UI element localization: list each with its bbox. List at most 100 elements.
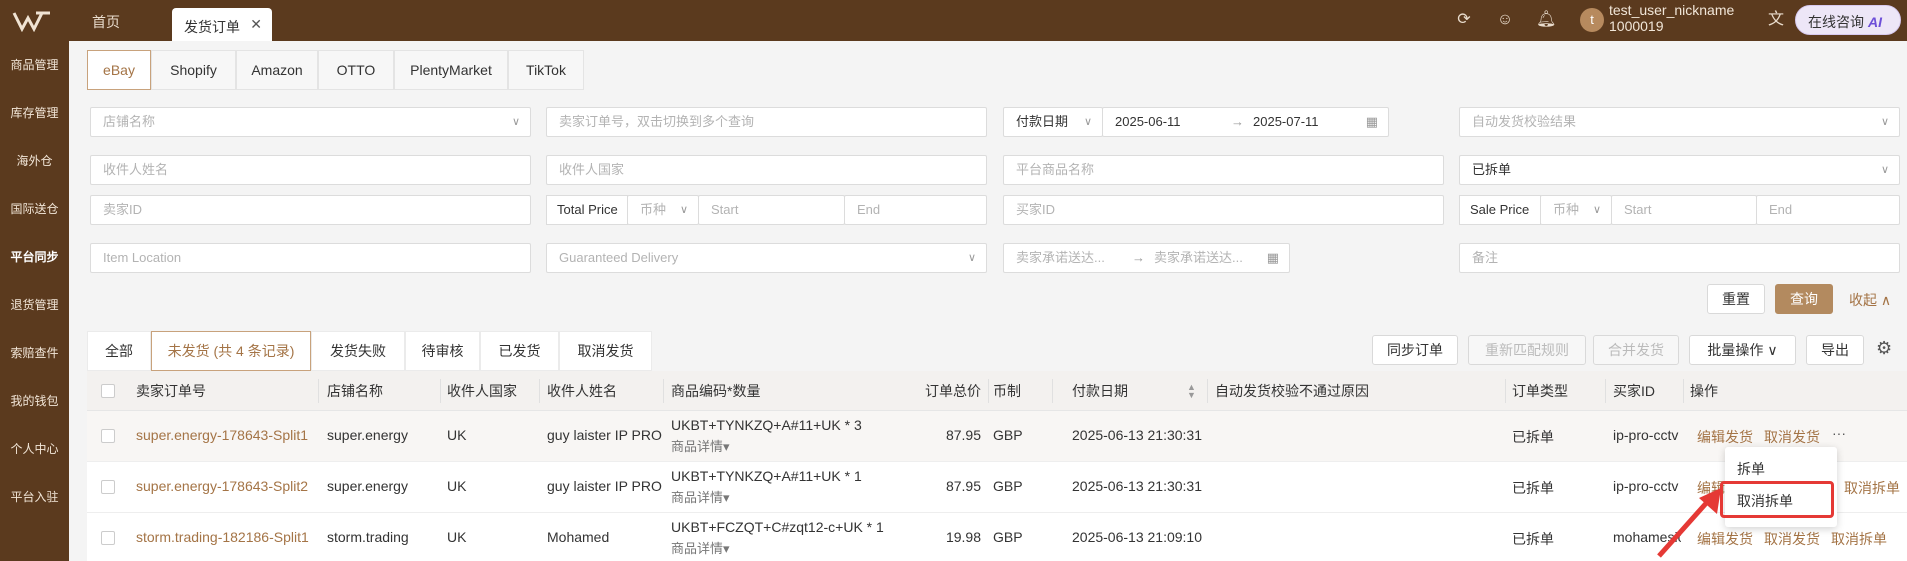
close-icon[interactable]: ✕ [250, 16, 262, 33]
store-name-cell: super.energy [327, 478, 408, 494]
rematch-rules-button[interactable]: 重新匹配规则 [1468, 335, 1586, 365]
platform-tab-otto[interactable]: OTTO [318, 50, 394, 90]
cancel-split-link[interactable]: 取消拆单 [1844, 478, 1900, 498]
merge-ship-button[interactable]: 合并发货 [1593, 335, 1679, 365]
chevron-down-icon: ∨ [679, 204, 688, 216]
seller-order-input[interactable]: 卖家订单号，双击切换到多个查询 [546, 107, 987, 137]
sidebar-item-claims[interactable]: 索赔查件 [0, 329, 69, 377]
platform-tab-shopify[interactable]: Shopify [151, 50, 236, 90]
sidebar-item-returns[interactable]: 退货管理 [0, 281, 69, 329]
sale-price-label: Sale Price [1459, 195, 1541, 225]
export-button[interactable]: 导出 [1806, 335, 1864, 365]
order-type-cell: 已拆单 [1512, 480, 1554, 496]
seller-order-link[interactable]: super.energy-178643-Split1 [136, 427, 308, 443]
cancel-split-link[interactable]: 取消拆单 [1831, 529, 1887, 549]
edit-shipping-link[interactable]: 编辑发货 [1697, 427, 1753, 447]
online-consult-button[interactable]: 在线咨询 AI [1795, 5, 1901, 35]
sidebar-item-platform-sync[interactable]: 平台同步 [0, 233, 69, 281]
col-buyer-id: 买家ID [1613, 383, 1655, 399]
chevron-up-icon: ∧ [1880, 292, 1892, 308]
refresh-icon[interactable]: ⟳ [1454, 10, 1474, 30]
total-price-end-input[interactable]: End [844, 195, 987, 225]
sale-price-start-input[interactable]: Start [1611, 195, 1757, 225]
status-tab-failed[interactable]: 发货失败 [311, 331, 405, 371]
auto-check-select[interactable]: 自动发货校验结果 ∨ [1459, 107, 1900, 137]
promise-end-placeholder: 卖家承诺送达... [1154, 250, 1243, 265]
platform-product-placeholder: 平台商品名称 [1016, 162, 1095, 177]
col-order-type: 订单类型 [1512, 383, 1568, 399]
product-detail-toggle[interactable]: 商品详情▾ [671, 538, 730, 557]
seller-id-input[interactable]: 卖家ID [90, 195, 531, 225]
sidebar-item-platform-onboarding[interactable]: 平台入驻 [0, 473, 69, 521]
seller-order-link[interactable]: storm.trading-182186-Split1 [136, 529, 309, 545]
row-checkbox[interactable] [101, 480, 115, 494]
menu-item-split[interactable]: 拆单 [1737, 459, 1765, 479]
chevron-down-icon: ∨ [1767, 342, 1778, 358]
row-checkbox[interactable] [101, 531, 115, 545]
total-price-currency-select[interactable]: 币种 ∨ [627, 195, 699, 225]
recipient-name-input[interactable]: 收件人姓名 [90, 155, 531, 185]
recipient-country-input[interactable]: 收件人国家 [546, 155, 987, 185]
row-checkbox[interactable] [101, 429, 115, 443]
status-tab-shipped[interactable]: 已发货 [480, 331, 559, 371]
platform-product-input[interactable]: 平台商品名称 [1003, 155, 1444, 185]
total-price-start-input[interactable]: Start [698, 195, 845, 225]
reset-button[interactable]: 重置 [1707, 284, 1765, 314]
batch-operations-button[interactable]: 批量操作 ∨ [1689, 335, 1796, 365]
status-tab-unshipped[interactable]: 未发货 (共 4 条记录) [151, 331, 311, 371]
sidebar-item-wallet[interactable]: 我的钱包 [0, 377, 69, 425]
cancel-shipping-link[interactable]: 取消发货 [1764, 427, 1820, 447]
calendar-icon: ▦ [1365, 114, 1378, 129]
logo-icon[interactable] [12, 10, 52, 32]
store-name-select[interactable]: 店铺名称 ∨ [90, 107, 531, 137]
sync-orders-button[interactable]: 同步订单 [1372, 335, 1458, 365]
smile-icon[interactable]: ☺ [1495, 10, 1515, 30]
item-location-input[interactable]: Item Location [90, 243, 531, 273]
col-auto-check-reason: 自动发货校验不通过原因 [1215, 383, 1369, 399]
bell-icon[interactable]: 🔔︎ [1536, 10, 1556, 30]
guaranteed-delivery-select[interactable]: Guaranteed Delivery ∨ [546, 243, 987, 273]
cancel-shipping-link[interactable]: 取消发货 [1764, 529, 1820, 549]
status-tab-all[interactable]: 全部 [87, 331, 151, 371]
sidebar-item-product[interactable]: 商品管理 [0, 41, 69, 89]
gear-icon[interactable]: ⚙ [1876, 338, 1892, 359]
col-seller-order-no: 卖家订单号 [136, 383, 206, 399]
platform-tab-plentymarket[interactable]: PlentyMarket [394, 50, 508, 90]
seller-order-link[interactable]: super.energy-178643-Split2 [136, 478, 308, 494]
highlight-box [1720, 481, 1834, 518]
tab-home[interactable]: 首页 [92, 12, 152, 32]
ai-badge: AI [1868, 14, 1882, 30]
product-detail-toggle[interactable]: 商品详情▾ [671, 436, 730, 455]
buyer-id-input[interactable]: 买家ID [1003, 195, 1444, 225]
translate-icon[interactable]: 文 [1766, 10, 1786, 30]
chevron-down-icon: ∨ [967, 252, 976, 264]
date-range-picker[interactable]: 2025-06-11 → 2025-07-11 ▦ [1102, 107, 1389, 137]
status-tab-pending-review[interactable]: 待审核 [405, 331, 480, 371]
platform-tab-ebay[interactable]: eBay [87, 50, 151, 90]
sale-price-end-input[interactable]: End [1756, 195, 1900, 225]
sidebar-item-inventory[interactable]: 库存管理 [0, 89, 69, 137]
status-tab-cancelled[interactable]: 取消发货 [559, 331, 652, 371]
sale-price-currency-select[interactable]: 币种 ∨ [1540, 195, 1612, 225]
platform-tab-tiktok[interactable]: TikTok [508, 50, 584, 90]
collapse-link[interactable]: 收起 ∧ [1849, 290, 1891, 310]
split-status-select[interactable]: 已拆单 ∨ [1459, 155, 1900, 185]
promise-date-range-picker[interactable]: 卖家承诺送达... → 卖家承诺送达... ▦ [1003, 243, 1290, 273]
user-info[interactable]: test_user_nickname 1000019 [1609, 2, 1769, 34]
more-actions-icon[interactable]: ··· [1832, 425, 1846, 441]
tab-shipping-orders[interactable]: 发货订单 ✕ [172, 8, 272, 41]
product-detail-toggle[interactable]: 商品详情▾ [671, 487, 730, 506]
date-type-select[interactable]: 付款日期 ∨ [1003, 107, 1103, 137]
select-all-checkbox[interactable] [101, 384, 115, 398]
recipient-name-cell: Mohamed [547, 529, 610, 545]
sidebar-item-profile[interactable]: 个人中心 [0, 425, 69, 473]
remark-input[interactable]: 备注 [1459, 243, 1900, 273]
sidebar-item-overseas-warehouse[interactable]: 海外仓 [0, 137, 69, 185]
recipient-name-cell: guy laister IP PRO [547, 427, 662, 443]
sidebar-item-intl-delivery[interactable]: 国际送仓 [0, 185, 69, 233]
query-button[interactable]: 查询 [1775, 284, 1833, 314]
avatar[interactable]: t [1580, 8, 1604, 32]
start-placeholder: Start [711, 202, 739, 217]
platform-tab-amazon[interactable]: Amazon [236, 50, 318, 90]
sort-icon[interactable]: ▲ ▼ [1187, 383, 1196, 400]
